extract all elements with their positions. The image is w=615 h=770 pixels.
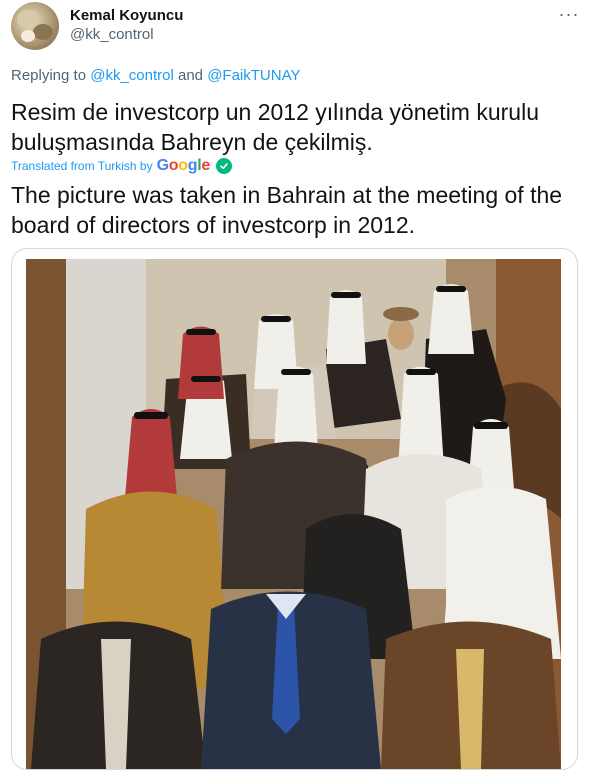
reply-user-link[interactable]: @FaikTUNAY: [207, 67, 300, 84]
avatar[interactable]: [11, 2, 59, 50]
tweet-text: Resim de investcorp un 2012 yılında yöne…: [11, 99, 540, 155]
replying-to: Replying to @kk_control and @FaikTUNAY: [11, 67, 300, 84]
translated-text: The picture was taken in Bahrain at the …: [11, 182, 563, 238]
translated-label[interactable]: Translated from Turkish by Google: [11, 157, 232, 175]
media-card[interactable]: [11, 248, 578, 770]
avatar-shape: [33, 24, 53, 40]
translated-from-text: Translated from Turkish by: [11, 159, 153, 173]
reply-user-link[interactable]: @kk_control: [90, 67, 174, 84]
check-icon: [215, 158, 232, 174]
group-photo[interactable]: [26, 259, 561, 769]
google-logo: Google: [156, 157, 211, 174]
author-handle[interactable]: @kk_control: [70, 26, 154, 43]
more-options-icon[interactable]: ···: [557, 4, 581, 24]
author-name[interactable]: Kemal Koyuncu: [70, 7, 183, 24]
reply-conjunction: and: [173, 67, 208, 84]
avatar-shape: [21, 30, 35, 42]
replying-to-label: Replying to: [11, 67, 91, 84]
